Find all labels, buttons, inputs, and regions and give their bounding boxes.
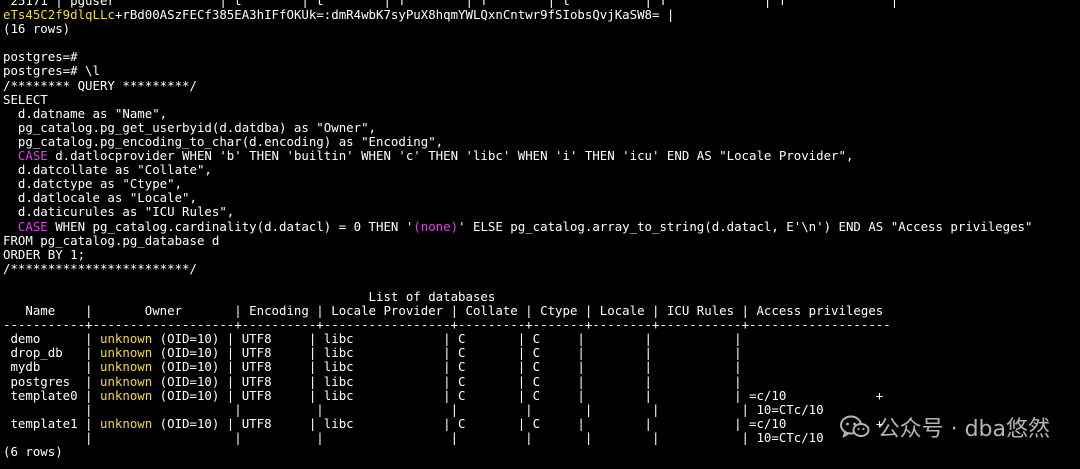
terminal-text: d.datcollate as "Collate", xyxy=(3,163,212,178)
terminal-line: drop_db | unknown (OID=10) | UTF8 | libc… xyxy=(3,346,1077,360)
terminal-text: -----------+-------------------+--------… xyxy=(3,318,891,333)
terminal-text: (OID=10) | UTF8 | libc | C | C | | | xyxy=(152,360,742,375)
terminal-text: | | | | | | | | 10=CTc/10 xyxy=(3,430,824,445)
terminal-text: d.datlocale as "Locale", xyxy=(3,191,197,206)
terminal-text: d.datctype as "Ctype", xyxy=(3,177,183,192)
terminal-text: d.daticurules as "ICU Rules", xyxy=(3,205,235,220)
terminal-text: SELECT xyxy=(3,92,48,107)
terminal-line: /************************/ xyxy=(3,262,1077,276)
terminal-line: List of databases xyxy=(3,290,1077,304)
terminal-text: unknown xyxy=(99,346,153,361)
terminal-line: CASE d.datlocprovider WHEN 'b' THEN 'bui… xyxy=(3,149,1077,163)
terminal-line: postgres=# xyxy=(3,50,1077,64)
terminal-line: postgres | unknown (OID=10) | UTF8 | lib… xyxy=(3,375,1077,389)
terminal-text: WHEN pg_catalog.cardinality(d.datacl) = … xyxy=(47,219,414,234)
terminal-line: pg_catalog.pg_get_userbyid(d.datdba) as … xyxy=(3,121,1077,135)
terminal-line: d.daticurules as "ICU Rules", xyxy=(3,205,1077,219)
terminal-text: ORDER BY 1; xyxy=(3,247,86,262)
terminal-line: d.datlocale as "Locale", xyxy=(3,191,1077,205)
terminal-output[interactable]: 25171 | pguser | t | t | f | f | t | f |… xyxy=(3,0,1077,459)
terminal-line: 25171 | pguser | t | t | f | f | t | f |… xyxy=(3,0,1077,8)
terminal-text: d.datname as "Name", xyxy=(3,106,168,121)
terminal-line: (16 rows) xyxy=(3,22,1077,36)
terminal-text: drop_db | xyxy=(3,346,100,361)
terminal-text: postgres=# \l xyxy=(3,64,100,79)
watermark-text: 公众号 · dba悠然 xyxy=(877,417,1050,442)
terminal-text: 25171 | pguser | t | t | f | f | t | f |… xyxy=(3,0,899,8)
terminal-line: -----------+-------------------+--------… xyxy=(3,318,1077,332)
terminal-text: pg_catalog.pg_get_userbyid(d.datdba) as … xyxy=(3,120,376,135)
terminal-text: mydb | xyxy=(3,360,100,375)
terminal-text: template0 | xyxy=(3,388,100,403)
terminal-line: d.datctype as "Ctype", xyxy=(3,177,1077,191)
terminal-line: postgres=# \l xyxy=(3,64,1077,78)
terminal-line: mydb | unknown (OID=10) | UTF8 | libc | … xyxy=(3,360,1077,374)
terminal-text: | | | | | | | | 10=CTc/10 xyxy=(3,402,824,417)
terminal-line: Name | Owner | Encoding | Locale Provide… xyxy=(3,304,1077,318)
terminal-text: List of databases xyxy=(3,289,496,304)
terminal-text: unknown xyxy=(99,374,153,389)
watermark: 公众号 · dba悠然 xyxy=(839,411,1050,443)
terminal-line: d.datname as "Name", xyxy=(3,107,1077,121)
terminal-text: demo | xyxy=(3,332,100,347)
terminal-text: +rBd00ASzFECf385EA3hIFfOKUk=:dmR4wbK7syP… xyxy=(114,8,675,23)
terminal-line: /******** QUERY *********/ xyxy=(3,79,1077,93)
terminal-text: Name | Owner | Encoding | Locale Provide… xyxy=(3,304,884,319)
terminal-text: eTs45C2f9dlqLLc xyxy=(3,8,115,23)
terminal-line: (6 rows) xyxy=(3,445,1077,459)
terminal-text: (6 rows) xyxy=(3,445,63,459)
terminal-line: CASE WHEN pg_catalog.cardinality(d.datac… xyxy=(3,220,1077,234)
terminal-text: /************************/ xyxy=(3,261,197,276)
terminal-text: CASE xyxy=(17,219,48,234)
terminal-line: template0 | unknown (OID=10) | UTF8 | li… xyxy=(3,389,1077,403)
terminal-text: (OID=10) | UTF8 | libc | C | C | | | =c/… xyxy=(152,416,884,431)
wechat-icon xyxy=(839,415,870,439)
terminal-text: template1 | xyxy=(3,416,100,431)
terminal-text: CASE xyxy=(17,149,48,164)
terminal-text: pg_catalog.pg_encoding_to_char(d.encodin… xyxy=(3,134,444,149)
terminal-line: eTs45C2f9dlqLLc+rBd00ASzFECf385EA3hIFfOK… xyxy=(3,8,1077,22)
terminal-line: pg_catalog.pg_encoding_to_char(d.encodin… xyxy=(3,135,1077,149)
terminal-text: (OID=10) | UTF8 | libc | C | C | | | xyxy=(152,346,742,361)
terminal-text: FROM pg_catalog.pg_database d xyxy=(3,233,220,248)
terminal-text: unknown xyxy=(99,388,153,403)
terminal-line: demo | unknown (OID=10) | UTF8 | libc | … xyxy=(3,332,1077,346)
terminal-text: postgres=# xyxy=(3,50,78,65)
terminal-line: d.datcollate as "Collate", xyxy=(3,163,1077,177)
terminal-text: unknown xyxy=(99,332,153,347)
terminal-line: FROM pg_catalog.pg_database d xyxy=(3,234,1077,248)
terminal-line: SELECT xyxy=(3,93,1077,107)
terminal-text: ' ELSE pg_catalog.array_to_string(d.data… xyxy=(458,219,1033,234)
terminal-text: (none) xyxy=(413,219,459,234)
terminal-text: (OID=10) | UTF8 | libc | C | C | | | =c/… xyxy=(152,388,884,403)
terminal-text: (OID=10) | UTF8 | libc | C | C | | | xyxy=(152,374,742,389)
terminal-text: unknown xyxy=(99,416,153,431)
terminal-text: (OID=10) | UTF8 | libc | C | C | | | xyxy=(152,332,742,347)
terminal-text: postgres | xyxy=(3,374,100,389)
terminal-text: unknown xyxy=(99,360,153,375)
terminal-line: ORDER BY 1; xyxy=(3,248,1077,262)
terminal-text: (16 rows) xyxy=(3,22,71,37)
terminal-text: d.datlocprovider WHEN 'b' THEN 'builtin'… xyxy=(47,149,854,164)
terminal-text: /******** QUERY *********/ xyxy=(3,78,197,93)
